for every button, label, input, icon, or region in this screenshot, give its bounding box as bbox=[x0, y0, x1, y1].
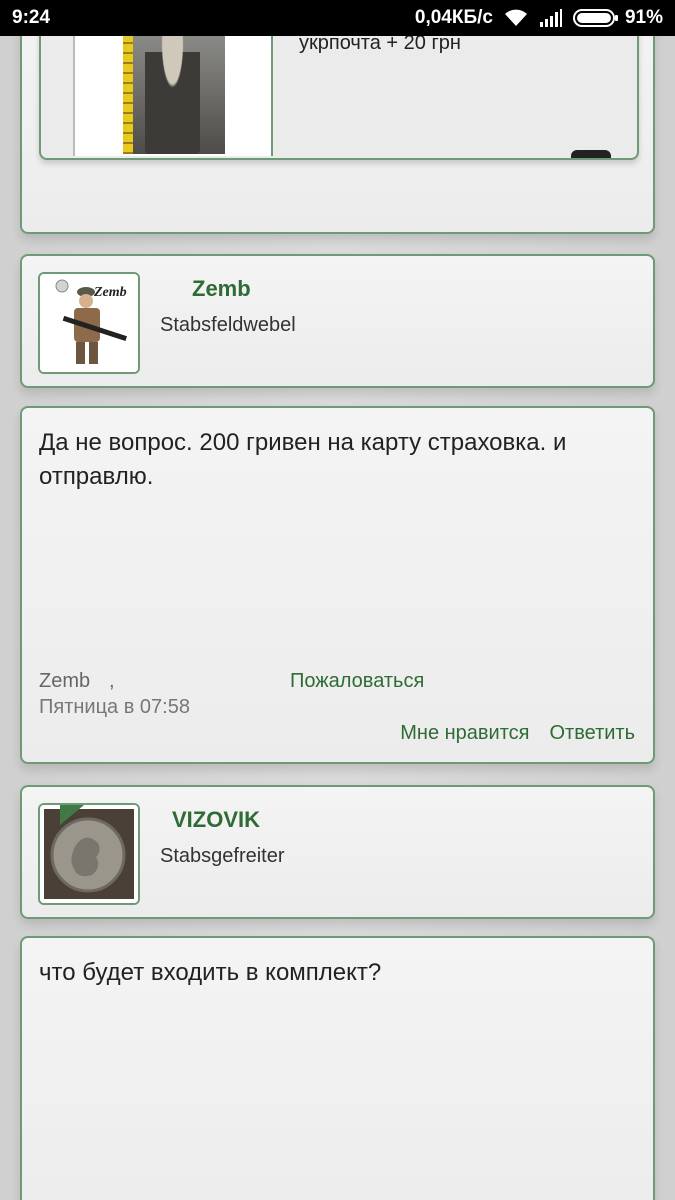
network-speed: 0,04КБ/с bbox=[414, 7, 493, 28]
post-card-vizovik: что будет входить в комплект? bbox=[20, 936, 655, 1200]
meta-separator: , bbox=[109, 670, 115, 692]
reply-button[interactable]: Ответить bbox=[550, 722, 636, 745]
like-button[interactable]: Мне нравится bbox=[400, 722, 529, 745]
author-name[interactable]: VIZOVIK bbox=[172, 807, 260, 833]
signal-icon bbox=[539, 8, 563, 28]
post-text: что будет входить в комплект? bbox=[39, 959, 382, 986]
post-card-zemb: Да не вопрос. 200 гривен на карту страхо… bbox=[20, 406, 655, 764]
author-rank: Stabsgefreiter bbox=[160, 845, 285, 867]
author-card-zemb: Zemb Zemb Stabsfeldwebel bbox=[20, 254, 655, 388]
author-name[interactable]: Zemb bbox=[192, 276, 251, 302]
author-rank: Stabsfeldwebel bbox=[160, 314, 296, 336]
author-card-vizovik: VIZOVIK Stabsgefreiter bbox=[20, 785, 655, 919]
wifi-icon bbox=[503, 8, 529, 28]
battery-percent: 91% bbox=[624, 7, 663, 28]
quote-number-cut bbox=[571, 150, 611, 158]
avatar[interactable] bbox=[38, 803, 140, 905]
status-time: 9:24 bbox=[12, 7, 51, 28]
battery-icon bbox=[572, 8, 619, 28]
avatar-label: Zemb bbox=[93, 285, 127, 300]
post-author-link[interactable]: Zemb bbox=[39, 670, 90, 693]
status-bar: 9:24 0,04КБ/с 91% bbox=[0, 0, 675, 36]
avatar[interactable]: Zemb bbox=[38, 272, 140, 374]
post-date[interactable]: Пятница в 07:58 bbox=[39, 696, 190, 719]
post-text: Да не вопрос. 200 гривен на карту страхо… bbox=[39, 429, 567, 490]
report-link[interactable]: Пожаловаться bbox=[290, 670, 424, 693]
